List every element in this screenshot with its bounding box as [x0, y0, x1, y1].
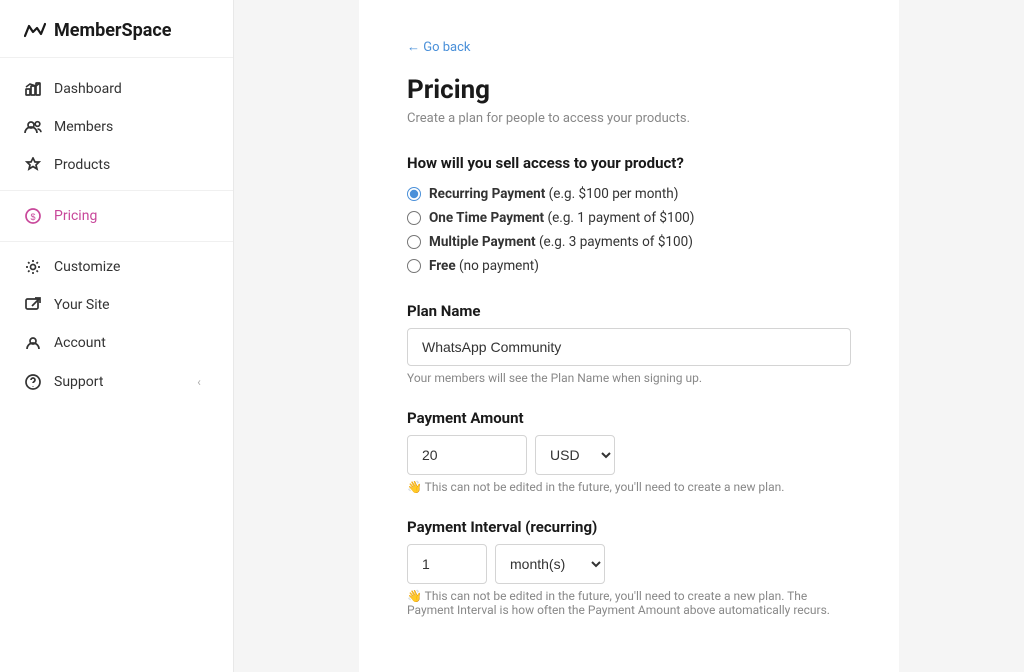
account-icon [24, 334, 42, 352]
svg-text:$: $ [30, 212, 35, 222]
logo-icon [24, 22, 46, 40]
recurring-desc: (e.g. $100 per month) [549, 186, 679, 202]
your-site-label: Your Site [54, 297, 110, 313]
free-radio[interactable] [407, 259, 421, 273]
pricing-label: Pricing [54, 208, 97, 224]
sidebar-item-support[interactable]: Support ‹ [0, 362, 233, 402]
multiple-desc: (e.g. 3 payments of $100) [539, 234, 693, 250]
sidebar-item-your-site[interactable]: Your Site [0, 286, 233, 324]
payment-type-free[interactable]: Free (no payment) [407, 258, 851, 274]
payment-interval-field: Payment Interval (recurring) month(s) we… [407, 518, 851, 617]
sidebar-item-members[interactable]: Members [0, 108, 233, 146]
free-desc: (no payment) [459, 258, 539, 274]
sidebar: MemberSpace Dashboard Members Products [0, 0, 234, 672]
go-back-link[interactable]: ← Go back [407, 39, 470, 55]
free-bold: Free [429, 258, 456, 274]
currency-select[interactable]: USD EUR GBP [535, 435, 615, 475]
sidebar-collapse-button[interactable]: ‹ [189, 372, 209, 392]
payment-amount-label: Payment Amount [407, 409, 851, 427]
support-label: Support [54, 374, 103, 390]
payment-interval-label: Payment Interval (recurring) [407, 518, 851, 536]
interval-select[interactable]: month(s) week(s) year(s) [495, 544, 605, 584]
payment-amount-field: Payment Amount USD EUR GBP 👋 This can no… [407, 409, 851, 494]
your-site-icon [24, 296, 42, 314]
payment-type-one-time[interactable]: One Time Payment (e.g. 1 payment of $100… [407, 210, 851, 226]
sidebar-item-account[interactable]: Account [0, 324, 233, 362]
sell-question: How will you sell access to your product… [407, 154, 851, 172]
account-label: Account [54, 335, 106, 351]
plan-name-input[interactable] [407, 328, 851, 366]
sidebar-item-customize[interactable]: Customize [0, 248, 233, 286]
payment-type-group: Recurring Payment (e.g. $100 per month) … [407, 186, 851, 274]
sidebar-nav: Dashboard Members Products $ Pricing [0, 58, 233, 672]
payment-amount-warning: 👋 This can not be edited in the future, … [407, 480, 851, 494]
customize-icon [24, 258, 42, 276]
dashboard-label: Dashboard [54, 81, 122, 97]
sidebar-item-products[interactable]: Products [0, 146, 233, 184]
payment-amount-input[interactable] [407, 435, 527, 475]
multiple-radio[interactable] [407, 235, 421, 249]
plan-name-label: Plan Name [407, 302, 851, 320]
one-time-desc: (e.g. 1 payment of $100) [547, 210, 694, 226]
recurring-bold: Recurring Payment [429, 186, 545, 202]
plan-name-field: Plan Name Your members will see the Plan… [407, 302, 851, 385]
interval-input[interactable] [407, 544, 487, 584]
recurring-radio[interactable] [407, 187, 421, 201]
one-time-bold: One Time Payment [429, 210, 544, 226]
page-title: Pricing [407, 75, 851, 105]
free-label: Free (no payment) [429, 258, 539, 274]
main-content: ← Go back Pricing Create a plan for peop… [234, 0, 1024, 672]
multiple-bold: Multiple Payment [429, 234, 536, 250]
pricing-icon: $ [24, 207, 42, 225]
page-subtitle: Create a plan for people to access your … [407, 111, 851, 126]
multiple-label: Multiple Payment (e.g. 3 payments of $10… [429, 234, 693, 250]
products-label: Products [54, 157, 110, 173]
customize-label: Customize [54, 259, 120, 275]
members-icon [24, 118, 42, 136]
recurring-label: Recurring Payment (e.g. $100 per month) [429, 186, 678, 202]
pricing-card: ← Go back Pricing Create a plan for peop… [359, 0, 899, 672]
one-time-label: One Time Payment (e.g. 1 payment of $100… [429, 210, 694, 226]
one-time-radio[interactable] [407, 211, 421, 225]
payment-type-multiple[interactable]: Multiple Payment (e.g. 3 payments of $10… [407, 234, 851, 250]
payment-interval-row: month(s) week(s) year(s) [407, 544, 851, 584]
payment-type-recurring[interactable]: Recurring Payment (e.g. $100 per month) [407, 186, 851, 202]
members-label: Members [54, 119, 113, 135]
payment-interval-warning: 👋 This can not be edited in the future, … [407, 589, 851, 617]
sidebar-item-pricing[interactable]: $ Pricing [0, 197, 233, 235]
support-icon [24, 373, 42, 391]
brand-name: MemberSpace [54, 20, 171, 41]
brand-logo: MemberSpace [0, 0, 233, 58]
sidebar-item-dashboard[interactable]: Dashboard [0, 70, 233, 108]
plan-name-hint: Your members will see the Plan Name when… [407, 371, 851, 385]
products-icon [24, 156, 42, 174]
dashboard-icon [24, 80, 42, 98]
payment-amount-row: USD EUR GBP [407, 435, 851, 475]
